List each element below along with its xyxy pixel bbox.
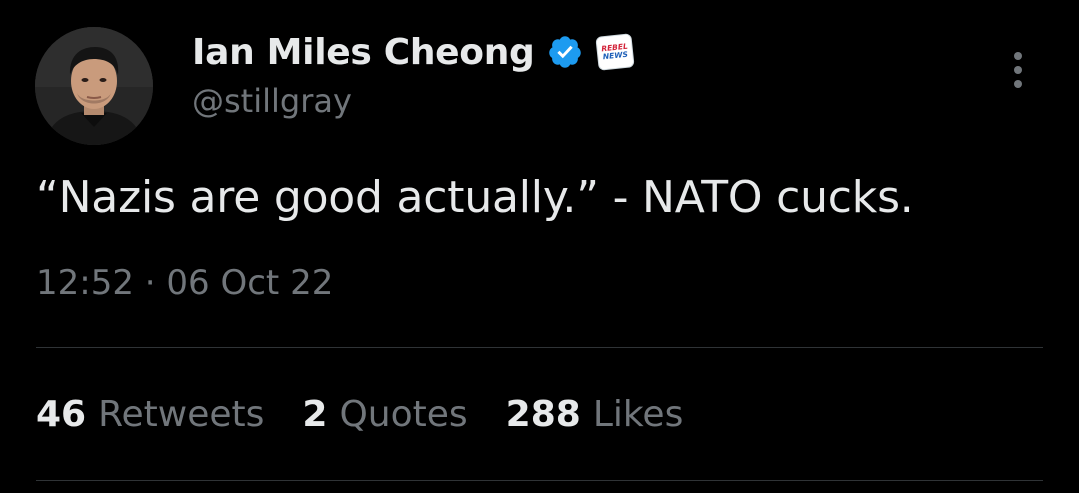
stat-likes[interactable]: 288 Likes xyxy=(506,394,684,435)
affiliate-badge-line2: NEWS xyxy=(601,49,628,62)
retweets-label: Retweets xyxy=(98,394,265,435)
display-name[interactable]: Ian Miles Cheong xyxy=(192,32,535,73)
divider xyxy=(36,480,1043,481)
tweet-text: “Nazis are good actually.” - NATO cucks. xyxy=(36,172,914,223)
likes-label: Likes xyxy=(592,394,684,435)
quotes-label: Quotes xyxy=(339,394,468,435)
avatar[interactable] xyxy=(35,27,153,145)
affiliate-badge-icon[interactable]: REBEL NEWS xyxy=(594,33,635,71)
quotes-count: 2 xyxy=(302,394,328,435)
tweet-timestamp[interactable]: 12:52 · 06 Oct 22 xyxy=(36,263,333,303)
more-dot xyxy=(1014,80,1022,88)
author-name-row: Ian Miles Cheong REBEL NEWS xyxy=(192,26,635,78)
stat-retweets[interactable]: 46 Retweets xyxy=(36,394,264,435)
divider xyxy=(36,347,1043,348)
tweet-stats: 46 Retweets 2 Quotes 288 Likes xyxy=(36,394,721,435)
tweet-detail: Ian Miles Cheong REBEL NEWS @stillgray “… xyxy=(0,0,1079,493)
more-dot xyxy=(1014,52,1022,60)
verified-badge-icon[interactable] xyxy=(547,34,583,70)
more-options-icon[interactable] xyxy=(1004,50,1032,90)
avatar-image xyxy=(35,27,153,145)
more-dot xyxy=(1014,66,1022,74)
retweets-count: 46 xyxy=(36,394,87,435)
author-handle[interactable]: @stillgray xyxy=(192,82,352,120)
stat-quotes[interactable]: 2 Quotes xyxy=(302,394,467,435)
likes-count: 288 xyxy=(505,394,581,435)
